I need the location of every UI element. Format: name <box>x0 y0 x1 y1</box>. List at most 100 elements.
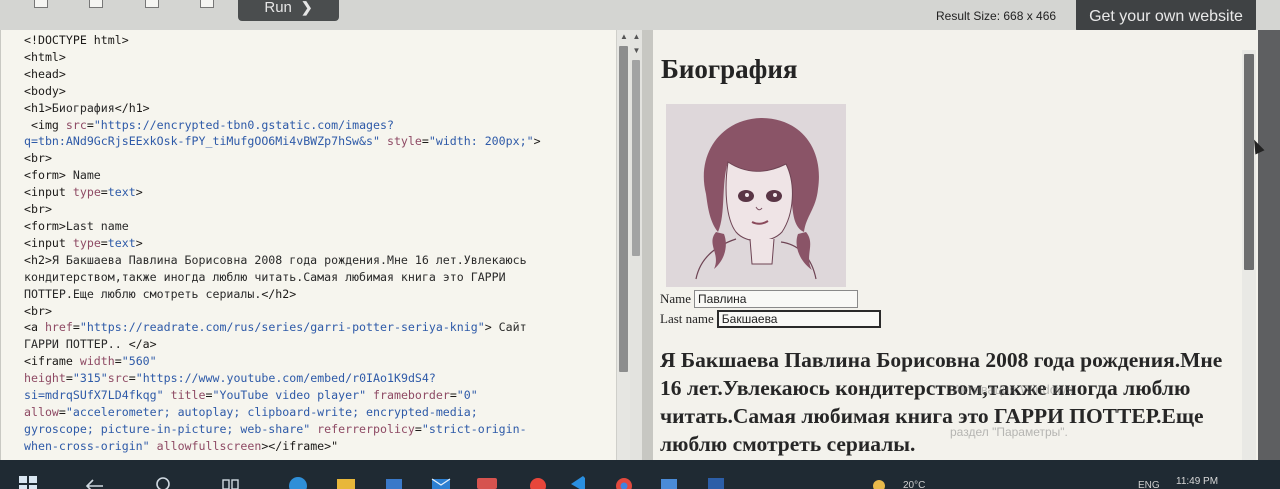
code-token: Сайт <box>491 320 527 335</box>
windows-start-icon[interactable] <box>18 472 38 489</box>
file-explorer-icon[interactable] <box>335 472 357 489</box>
vscode-icon[interactable] <box>567 472 589 489</box>
language-indicator[interactable]: ENG <box>1138 480 1160 489</box>
code-token: <br> <box>24 202 52 217</box>
store-icon[interactable] <box>383 472 405 489</box>
name-label: Name <box>660 291 692 306</box>
scrollbar-thumb[interactable] <box>619 46 628 372</box>
word-icon[interactable] <box>705 472 727 489</box>
code-line[interactable]: height="315"src="https://www.youtube.com… <box>24 370 616 387</box>
code-token: = <box>421 134 429 149</box>
code-token: <!DOCTYPE html> <box>24 33 129 47</box>
scroll-up-icon[interactable]: ▲ <box>617 30 631 44</box>
checkbox[interactable] <box>34 0 48 8</box>
chrome-icon[interactable] <box>613 472 635 489</box>
search-icon[interactable] <box>153 472 175 489</box>
code-token: when-cross-origin" <box>24 438 150 453</box>
code-line[interactable]: when-cross-origin" allowfullscreen></ifr… <box>24 438 616 455</box>
window-edge <box>1258 30 1280 460</box>
code-token: gyroscope; picture-in-picture; web-share… <box>24 421 311 436</box>
code-line[interactable]: <input type=text> <box>24 235 616 252</box>
checkbox[interactable] <box>200 0 214 8</box>
code-token: = <box>86 117 94 132</box>
code-token: <body> <box>24 83 66 98</box>
code-line[interactable]: gyroscope; picture-in-picture; web-share… <box>24 421 616 438</box>
name-row: Name Павлина <box>660 290 859 308</box>
get-website-button[interactable]: Get your own website <box>1076 0 1256 33</box>
code-token: allowfullscreen <box>156 438 262 453</box>
code-line[interactable]: ПОТТЕР.Еще люблю смотреть сериалы.</h2> <box>24 286 616 303</box>
bio-heading: Я Бакшаева Павлина Борисовна 2008 года р… <box>660 348 1223 456</box>
code-token: > <box>533 134 541 149</box>
code-token: <input <box>24 235 73 250</box>
code-line[interactable]: <h2>Я Бакшаева Павлина Борисовна 2008 го… <box>24 252 616 269</box>
code-token: = <box>449 388 457 403</box>
scrollbar-thumb[interactable] <box>632 60 640 256</box>
code-text[interactable]: <!DOCTYPE html> <html> <head> <body> <h1>Био… <box>24 32 616 455</box>
code-token: <html> <box>24 49 66 64</box>
code-token: > <box>135 185 143 200</box>
checkbox[interactable] <box>89 0 103 8</box>
code-line[interactable]: <head> <box>24 66 616 83</box>
code-token: </a> <box>128 337 157 352</box>
task-view-icon[interactable] <box>220 472 242 489</box>
code-line[interactable]: <br> <box>24 303 616 320</box>
code-line[interactable]: <br> <box>24 201 616 218</box>
code-line[interactable]: <iframe width="560" <box>24 353 616 370</box>
code-token: allow <box>24 404 59 419</box>
code-token: кондитерством,также иногда люблю читать.… <box>24 269 506 284</box>
code-line[interactable]: <img src="https://encrypted-tbn0.gstatic… <box>24 117 616 134</box>
activation-watermark: Активация Windows <box>953 382 1073 397</box>
code-line[interactable]: <!DOCTYPE html> <box>24 32 616 49</box>
code-token: Name <box>65 168 101 183</box>
code-token: <h1> <box>24 100 52 115</box>
yandex-browser-icon[interactable] <box>527 472 549 489</box>
clock[interactable]: 11:49 PM <box>1176 476 1218 487</box>
code-line[interactable]: <br> <box>24 150 616 167</box>
code-line[interactable]: <h1>Биография</h1> <box>24 100 616 117</box>
page-title: Биография <box>661 54 798 84</box>
code-token: "560" <box>121 354 157 369</box>
scrollbar-thumb[interactable] <box>1244 54 1254 270</box>
weather-icon[interactable] <box>868 472 890 489</box>
result-scrollbar[interactable] <box>1242 50 1256 460</box>
code-token: <img <box>24 117 66 132</box>
code-token: width <box>79 354 115 369</box>
pane-divider[interactable] <box>642 30 653 460</box>
edge-browser-icon[interactable] <box>287 472 309 489</box>
code-line[interactable]: <a href="https://readrate.com/rus/series… <box>24 319 616 336</box>
code-token: = <box>100 235 108 250</box>
code-token: type <box>72 235 101 250</box>
lastname-input[interactable]: Бакшаева <box>716 310 881 328</box>
code-line[interactable]: кондитерством,также иногда люблю читать.… <box>24 269 616 286</box>
code-token: <head> <box>24 66 66 81</box>
code-line[interactable]: si=mdrqSUfX7LD4fkqg" title = "YouTube vide… <box>24 387 616 404</box>
run-button[interactable]: Run ❯ <box>238 0 339 21</box>
checkbox[interactable] <box>145 0 159 8</box>
editor-scrollbar[interactable]: ▲ <box>616 30 630 460</box>
app-icon-blue[interactable] <box>658 472 680 489</box>
code-line[interactable]: <input type=text> <box>24 184 616 201</box>
code-token: <br> <box>24 151 52 166</box>
code-line[interactable]: <html> <box>24 49 616 66</box>
scroll-up-icon[interactable]: ▲ <box>630 30 642 44</box>
code-token: text <box>107 235 136 250</box>
code-line[interactable]: <form>Last name <box>24 218 616 235</box>
code-line[interactable]: ГАРРИ ПОТТЕР.. </a> <box>24 336 616 353</box>
editor-scrollbar-outer[interactable]: ▲ ▼ <box>630 30 642 460</box>
name-input[interactable]: Павлина <box>694 290 859 308</box>
code-token: si=mdrqSUfX7LD4fkqg" <box>24 388 164 403</box>
code-editor[interactable]: <!DOCTYPE html> <html> <head> <body> <h1>Био… <box>0 30 642 460</box>
mail-icon[interactable] <box>430 472 452 489</box>
code-line[interactable]: allow="accelerometer; autoplay; clipboar… <box>24 404 616 421</box>
top-toolbar: Run ❯ Result Size: 668 x 466 Get your ow… <box>0 0 1280 33</box>
code-line[interactable]: <body> <box>24 83 616 100</box>
code-token: = <box>414 421 422 436</box>
scroll-down-icon[interactable]: ▼ <box>630 44 642 58</box>
code-line[interactable]: <form> Name <box>24 167 616 184</box>
code-line[interactable]: q=tbn:ANd9GcRjsEExkOsk-fPY_tiMufgOO6Mi4v… <box>24 133 616 150</box>
app-icon-red[interactable] <box>475 472 499 489</box>
back-arrow-icon[interactable] <box>83 472 105 489</box>
temperature-label: 20°C <box>903 480 926 489</box>
